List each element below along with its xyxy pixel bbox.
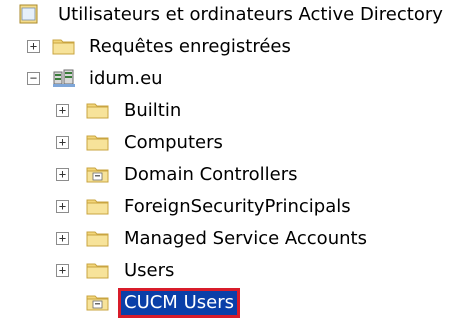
tree-node-root[interactable]: Utilisateurs et ordinateurs Active Direc… xyxy=(0,0,463,32)
expand-button[interactable]: + xyxy=(56,168,69,181)
tree-node-label: Computers xyxy=(124,132,223,153)
expand-button[interactable]: + xyxy=(56,136,69,149)
tree-node-label: Domain Controllers xyxy=(124,164,298,185)
folder-icon xyxy=(52,36,76,56)
tree-node-domain[interactable]: − idum.eu xyxy=(0,64,463,96)
expand-button[interactable]: + xyxy=(27,40,40,53)
tree-node-foreign-security-principals[interactable]: + ForeignSecurityPrincipals xyxy=(0,192,463,224)
folder-icon xyxy=(86,228,110,248)
folder-icon xyxy=(86,100,110,120)
tree-node-label: idum.eu xyxy=(89,68,163,89)
ad-console-icon xyxy=(18,4,42,24)
collapse-button[interactable]: − xyxy=(27,72,40,85)
tree-node-label: Users xyxy=(124,260,175,281)
tree-node-builtin[interactable]: + Builtin xyxy=(0,96,463,128)
tree-node-domain-controllers[interactable]: + Domain Controllers xyxy=(0,160,463,192)
tree-node-label: ForeignSecurityPrincipals xyxy=(124,196,351,217)
ou-icon xyxy=(86,164,110,184)
ad-tree-view: Utilisateurs et ordinateurs Active Direc… xyxy=(0,0,463,334)
tree-node-cucm-users[interactable]: CUCM Users xyxy=(0,288,463,320)
expand-button[interactable]: + xyxy=(56,264,69,277)
tree-node-computers[interactable]: + Computers xyxy=(0,128,463,160)
tree-node-label: Builtin xyxy=(124,100,182,121)
expand-button[interactable]: + xyxy=(56,232,69,245)
domain-icon xyxy=(52,68,76,88)
tree-node-label: Requêtes enregistrées xyxy=(89,36,291,57)
tree-node-managed-service-accounts[interactable]: + Managed Service Accounts xyxy=(0,224,463,256)
tree-node-users[interactable]: + Users xyxy=(0,256,463,288)
folder-icon xyxy=(86,196,110,216)
expand-button[interactable]: + xyxy=(56,200,69,213)
tree-node-label-selected: CUCM Users xyxy=(118,288,240,318)
tree-node-label: Managed Service Accounts xyxy=(124,228,367,249)
folder-icon xyxy=(86,132,110,152)
expand-button[interactable]: + xyxy=(56,104,69,117)
ou-icon xyxy=(86,292,110,312)
tree-node-label: Utilisateurs et ordinateurs Active Direc… xyxy=(58,4,443,25)
folder-icon xyxy=(86,260,110,280)
tree-node-saved-queries[interactable]: + Requêtes enregistrées xyxy=(0,32,463,64)
